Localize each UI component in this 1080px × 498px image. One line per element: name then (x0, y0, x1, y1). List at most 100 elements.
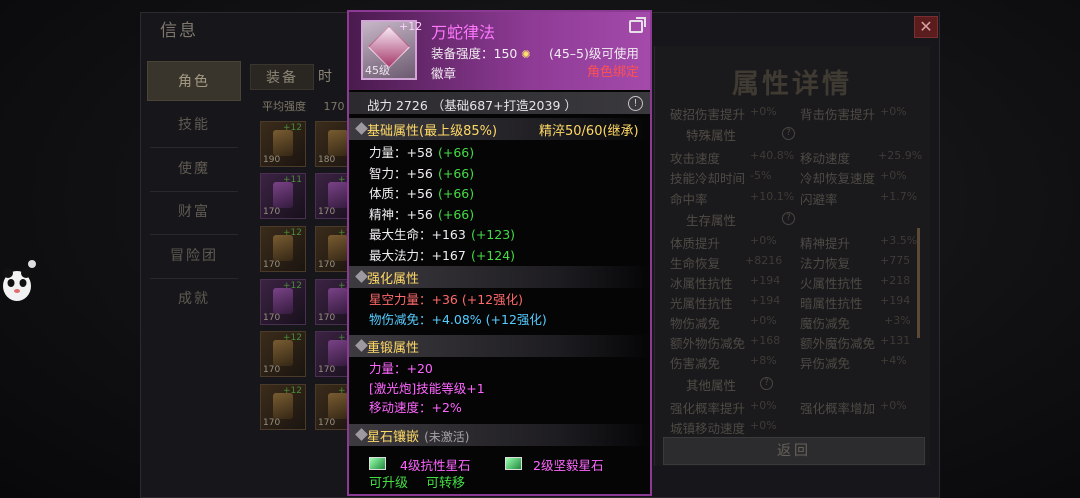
equip-slot[interactable]: +12 170 (260, 384, 306, 430)
attr-label: 背击伤害提升 (800, 107, 876, 122)
item-icon (273, 182, 293, 208)
equip-slot[interactable]: +12 170 (260, 279, 306, 325)
attr-row: 体质：+56 (+66) (369, 183, 515, 204)
slot-plus: +12 (283, 386, 302, 396)
close-icon[interactable]: ✕ (914, 16, 938, 38)
item-icon (273, 130, 293, 156)
equip-slot[interactable]: +12 190 (260, 121, 306, 167)
nav-item-achievements[interactable]: 成就 (147, 279, 241, 319)
panda-mascot-icon[interactable] (0, 258, 38, 306)
attr-label: 城镇移动速度 (670, 421, 746, 436)
attr-label: 法力恢复 (800, 256, 851, 271)
slot-level: 170 (318, 418, 336, 428)
attr-row: 最大生命：+163 (+123) (369, 224, 515, 245)
equip-slot[interactable]: +12 170 (260, 331, 306, 377)
slot-level: 170 (263, 313, 281, 323)
gem-name[interactable]: 4级抗性星石 (400, 457, 470, 471)
slot-level: 170 (318, 207, 336, 217)
enhance-attr: 物伤减免：+4.08% (+12强化) (369, 311, 547, 327)
nav-item-wealth[interactable]: 财富 (147, 192, 241, 232)
attr-bonus: (+123) (470, 227, 516, 242)
transfer-link[interactable]: 可转移 (426, 472, 465, 491)
diamond-icon (355, 122, 368, 135)
nav-item-pets[interactable]: 使魔 (147, 149, 241, 189)
attr-value: +131 (880, 334, 911, 347)
slot-plus: +12 (283, 333, 302, 343)
enhance-attr-title: 强化属性 (367, 272, 420, 287)
help-icon[interactable]: ? (782, 127, 795, 140)
item-icon (328, 393, 348, 419)
attr-value: +0% (880, 399, 907, 412)
avg-strength-label: 平均强度 (262, 100, 306, 113)
nav-item-skills[interactable]: 技能 (147, 105, 241, 145)
attr-label: 强化概率增加 (800, 401, 876, 416)
strength-icon: ✺ (521, 48, 531, 61)
attr-value: +8% (750, 354, 777, 367)
forge-attr: [激光炮]技能等级+1 (369, 380, 485, 396)
help-icon[interactable]: ? (782, 212, 795, 225)
base-attr-title: 基础属性(最上级85%) (367, 124, 498, 139)
tab-time[interactable]: 时 (318, 64, 348, 90)
attr-label: 光属性抗性 (670, 296, 733, 311)
attr-bonus: (+66) (437, 165, 475, 181)
gem-name[interactable]: 2级坚毅星石 (533, 457, 603, 471)
item-icon (273, 393, 293, 419)
forge-attr: 力量：+20 (369, 361, 433, 376)
upgrade-link[interactable]: 可升级 (369, 472, 408, 491)
attr-value: +10.1% (750, 190, 795, 203)
equip-slot[interactable]: +11 170 (260, 173, 306, 219)
enhance-level: +12 (399, 20, 423, 33)
diamond-icon (355, 339, 368, 352)
slot-level: 170 (263, 260, 281, 270)
attr-label: 攻击速度 (670, 151, 721, 166)
help-icon[interactable]: ? (760, 377, 773, 390)
attr-label: 力量：+58 (369, 145, 433, 160)
slot-plus: +12 (283, 281, 302, 291)
scrollbar[interactable] (917, 228, 920, 338)
slot-level: 180 (318, 155, 336, 165)
average-strength: 平均强度 170 (262, 98, 345, 114)
item-level: 45级 (365, 64, 390, 77)
attr-label: 最大法力：+167 (369, 247, 466, 263)
attr-label: 精神提升 (800, 236, 851, 251)
back-button[interactable]: 返回 (663, 437, 925, 465)
slot-level: 170 (318, 313, 336, 323)
equip-slot[interactable]: +12 170 (260, 226, 306, 272)
forge-attr: 移动速度：+2% (369, 400, 462, 415)
attr-label: 物伤减免 (670, 316, 721, 331)
divider (150, 147, 238, 148)
attr-row: 力量：+58 (+66) (369, 142, 515, 163)
gem-status: (未激活) (424, 430, 470, 444)
forge-attr-list: 力量：+20 [激光炮]技能等级+1 移动速度：+2% (369, 359, 485, 418)
nav-item-character[interactable]: 角色 (147, 61, 241, 101)
item-type: 徽章 (431, 66, 457, 81)
equip-strength-label: 装备强度： (431, 46, 494, 61)
slot-level: 190 (263, 155, 281, 165)
slot-plus: +12 (283, 228, 302, 238)
share-icon[interactable] (629, 17, 646, 33)
item-name: 万蛇律法 (431, 23, 496, 42)
slot-level: 170 (263, 207, 281, 217)
attr-label: 冷却恢复速度 (800, 171, 876, 186)
item-icon (328, 130, 348, 156)
attr-value: +1.7% (880, 190, 918, 203)
attr-label: 体质提升 (670, 236, 721, 251)
attr-value: +0% (750, 234, 777, 247)
item-icon (328, 182, 348, 208)
panel-title: 属性详情 (732, 69, 852, 100)
attr-value: +25.9% (878, 149, 923, 162)
attr-value: +40.8% (750, 149, 795, 162)
attr-row: 最大法力：+167 (+124) (369, 245, 515, 266)
item-icon (328, 288, 348, 314)
nav-item-adventure-team[interactable]: 冒险团 (147, 236, 241, 276)
section-title: 特殊属性 (686, 128, 737, 143)
tab-equipment[interactable]: 装备 (250, 64, 314, 90)
attr-value: +168 (750, 334, 781, 347)
slot-level: 170 (263, 365, 281, 375)
info-icon[interactable]: ! (628, 96, 643, 111)
attr-label: 暗属性抗性 (800, 296, 863, 311)
attr-label: 技能冷却时间 (670, 171, 746, 186)
attr-label: 魔伤减免 (800, 316, 851, 331)
equip-strength-value: 150 (493, 46, 518, 61)
attr-value: +194 (750, 274, 781, 287)
